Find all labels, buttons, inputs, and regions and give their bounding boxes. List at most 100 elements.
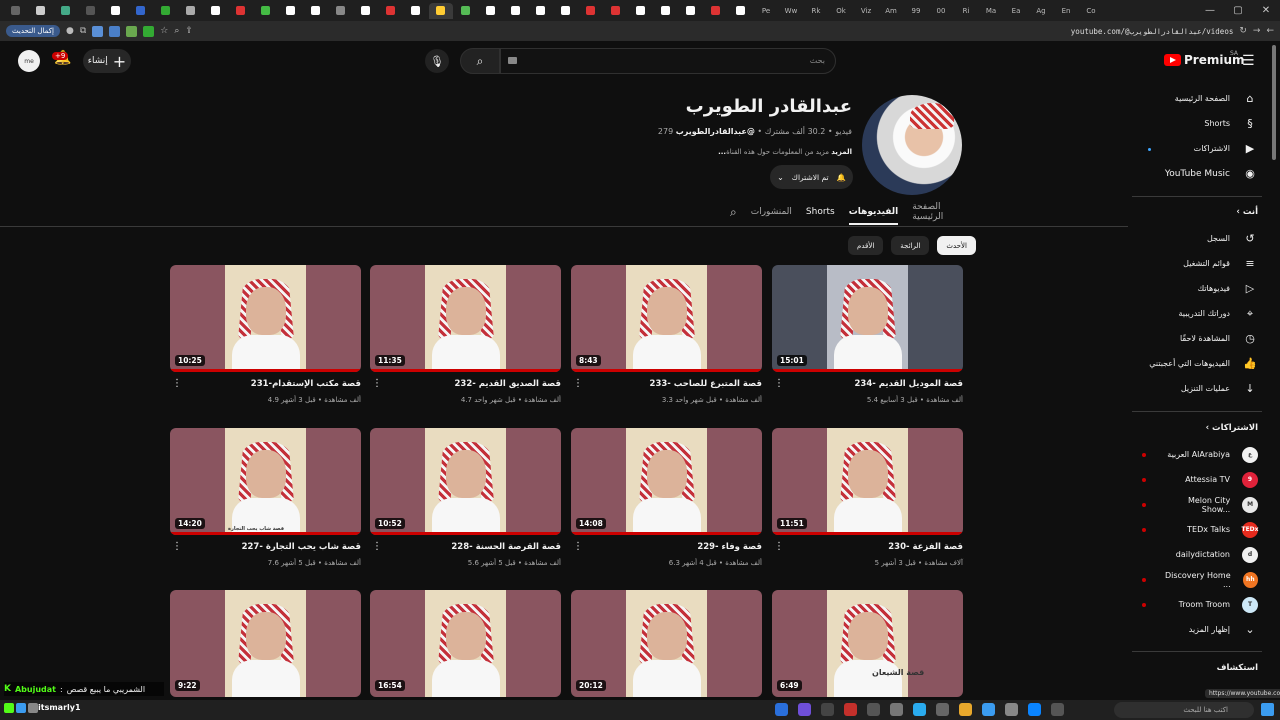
- more-options-icon[interactable]: ⋮: [573, 378, 583, 389]
- browser-tab[interactable]: [254, 3, 278, 19]
- chrome-icon[interactable]: [959, 703, 972, 716]
- app-icon[interactable]: [890, 703, 903, 716]
- search-input[interactable]: بحث: [500, 48, 836, 74]
- account-avatar[interactable]: me: [18, 50, 40, 72]
- voice-search-mic-icon[interactable]: 🎙: [425, 49, 449, 73]
- browser-tab[interactable]: [204, 3, 228, 19]
- tray-icon[interactable]: [16, 703, 26, 713]
- video-thumbnail[interactable]: 11:51: [772, 428, 963, 535]
- sidebar-item[interactable]: عمليات التنزيل ↓: [1128, 376, 1268, 401]
- back-icon[interactable]: ←: [1266, 26, 1274, 36]
- sidebar-item[interactable]: السجل ↺: [1128, 226, 1268, 251]
- browser-tab-label[interactable]: En: [1054, 3, 1078, 19]
- video-title[interactable]: 234- قصة الموديل القديم: [783, 379, 963, 389]
- browser-tab[interactable]: [729, 3, 753, 19]
- video-thumbnail[interactable]: 6:49: [772, 590, 963, 697]
- video-thumbnail[interactable]: 20:12: [571, 590, 762, 697]
- video-thumbnail[interactable]: 10:52: [370, 428, 561, 535]
- tab-home[interactable]: الصفحة الرئيسية: [912, 202, 963, 222]
- browser-tab[interactable]: [479, 3, 503, 19]
- browser-tab[interactable]: [579, 3, 603, 19]
- taskbar-search[interactable]: اكتب هنا للبحث: [1114, 702, 1254, 718]
- video-thumbnail[interactable]: 16:54: [370, 590, 561, 697]
- browser-tab[interactable]: [679, 3, 703, 19]
- maximize-button[interactable]: ▢: [1224, 5, 1252, 16]
- sidebar-item[interactable]: Shorts §: [1128, 111, 1268, 136]
- start-icon[interactable]: [1261, 703, 1274, 716]
- app-icon[interactable]: [936, 703, 949, 716]
- video-thumbnail[interactable]: 11:35: [370, 265, 561, 372]
- video-title[interactable]: 230- قصة الفزعة: [783, 542, 963, 552]
- more-options-icon[interactable]: ⋮: [172, 541, 182, 552]
- browser-tab[interactable]: [404, 3, 428, 19]
- sidebar-item[interactable]: YouTube Music ◉: [1128, 161, 1268, 186]
- browser-tab[interactable]: [304, 3, 328, 19]
- browser-tab[interactable]: [154, 3, 178, 19]
- browser-tab[interactable]: [104, 3, 128, 19]
- chip-latest[interactable]: الأحدث: [937, 236, 976, 255]
- sidebar-item[interactable]: دوراتك التدريبية ⌖: [1128, 301, 1268, 326]
- sidebar-item[interactable]: الصفحة الرئيسية ⌂: [1128, 86, 1268, 111]
- address-bar[interactable]: youtube.com/@عبدالقادرالطويرب/videos: [1071, 27, 1234, 36]
- browser-tab-label[interactable]: Ww: [779, 3, 803, 19]
- browser-tab[interactable]: [379, 3, 403, 19]
- app-icon[interactable]: [844, 703, 857, 716]
- star-icon[interactable]: ☆: [160, 26, 168, 36]
- subscription-item[interactable]: dailydictation d: [1128, 542, 1268, 567]
- browser-tab[interactable]: [429, 2, 453, 19]
- close-window-button[interactable]: ✕: [1252, 5, 1280, 16]
- tray-icon[interactable]: [28, 703, 38, 713]
- chip-popular[interactable]: الرائجة: [891, 236, 930, 255]
- more-options-icon[interactable]: ⋮: [774, 541, 784, 552]
- video-title[interactable]: 228- قصة القرصة الحسنة: [381, 542, 561, 552]
- browser-tab-label[interactable]: 99: [904, 3, 928, 19]
- browser-tab-label[interactable]: Rk: [804, 3, 828, 19]
- browser-tab-label[interactable]: 00: [929, 3, 953, 19]
- browser-tab[interactable]: [179, 3, 203, 19]
- app-icon[interactable]: [913, 703, 926, 716]
- forward-icon[interactable]: →: [1253, 26, 1261, 36]
- app-icon[interactable]: [1028, 703, 1041, 716]
- browser-tab[interactable]: [504, 3, 528, 19]
- keyboard-icon[interactable]: [508, 57, 517, 64]
- browser-tab-label[interactable]: Co: [1079, 3, 1103, 19]
- tab-shorts[interactable]: Shorts: [806, 207, 835, 217]
- browser-tab-label[interactable]: Pe: [754, 3, 778, 19]
- tab-posts[interactable]: المنشورات: [751, 207, 792, 217]
- more-options-icon[interactable]: ⋮: [172, 378, 182, 389]
- extension-icon[interactable]: [143, 25, 155, 37]
- video-title[interactable]: 227- قصة شاب يحب التجارة: [181, 542, 361, 552]
- video-thumbnail[interactable]: 14:20: [170, 428, 361, 535]
- more-options-icon[interactable]: ⋮: [372, 541, 382, 552]
- video-title[interactable]: 232- قصة الصديق القديم: [381, 379, 561, 389]
- youtube-premium-logo[interactable]: Premium SA: [1164, 50, 1245, 67]
- video-thumbnail[interactable]: 9:22: [170, 590, 361, 697]
- chip-oldest[interactable]: الأقدم: [848, 236, 884, 255]
- browser-tab[interactable]: [229, 3, 253, 19]
- search-button[interactable]: ⌕: [460, 48, 500, 74]
- sidebar-item[interactable]: قوائم التشغيل ≡: [1128, 251, 1268, 276]
- sidebar-item[interactable]: فيديوهاتك ▷: [1128, 276, 1268, 301]
- video-thumbnail[interactable]: 8:43: [571, 265, 762, 372]
- more-options-icon[interactable]: ⋮: [372, 378, 382, 389]
- app-icon[interactable]: [798, 703, 811, 716]
- extension-icon[interactable]: [92, 25, 104, 37]
- subscription-item[interactable]: Troom Troom T: [1128, 592, 1268, 617]
- browser-tab-label[interactable]: Am: [879, 3, 903, 19]
- create-button[interactable]: إنشاء +: [83, 49, 131, 73]
- subscription-item[interactable]: Melon City Show... M: [1128, 492, 1268, 517]
- browser-tab[interactable]: [279, 3, 303, 19]
- sidebar-item[interactable]: الفيديوهات التي أعجبتني 👍: [1128, 351, 1268, 376]
- scrollbar[interactable]: [1272, 45, 1276, 160]
- subscription-item[interactable]: TEDx Talks TEDx: [1128, 517, 1268, 542]
- app-icon[interactable]: [867, 703, 880, 716]
- zoom-icon[interactable]: ⌕: [174, 26, 179, 36]
- browser-tab-label[interactable]: Ea: [1004, 3, 1028, 19]
- sidebar-you-header[interactable]: ‹ أنت: [1128, 207, 1268, 217]
- reload-icon[interactable]: ↻: [1239, 26, 1247, 36]
- browser-tab[interactable]: [354, 3, 378, 19]
- tab-videos[interactable]: الفيديوهات: [848, 207, 899, 225]
- share-icon[interactable]: ⇪: [185, 26, 193, 36]
- browser-tab-label[interactable]: Ok: [829, 3, 853, 19]
- video-title[interactable]: 231-قصة مكتب الإستقدام: [181, 379, 361, 389]
